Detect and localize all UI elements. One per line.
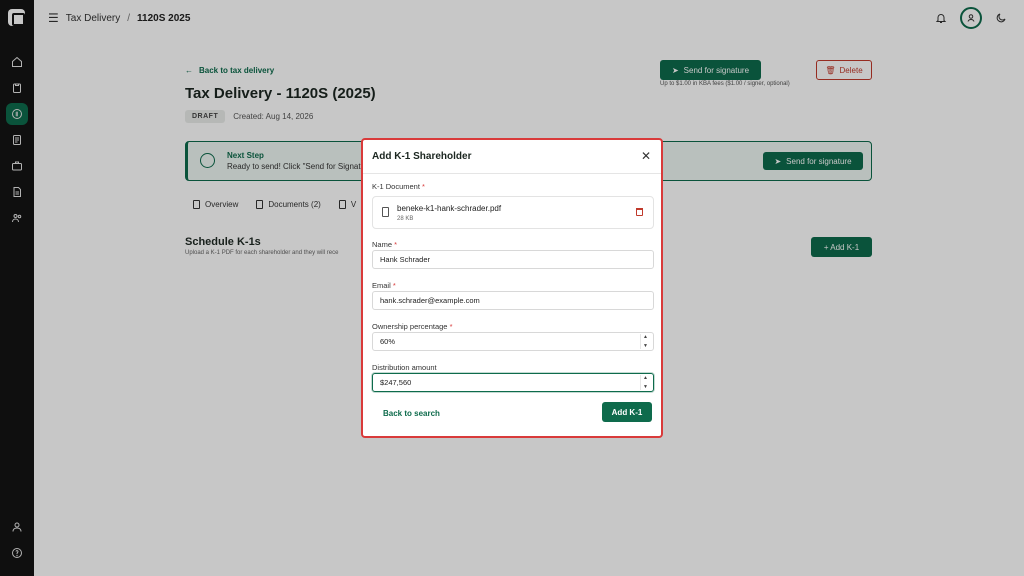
chevron-up-icon[interactable]: ▲ xyxy=(643,334,648,340)
required-mark: * xyxy=(392,281,396,290)
file-size: 28 KB xyxy=(397,216,414,222)
name-field[interactable]: Hank Schrader xyxy=(372,250,654,269)
close-icon[interactable]: ✕ xyxy=(641,149,651,163)
ownership-label-text: Ownership percentage xyxy=(372,322,448,331)
ownership-label: Ownership percentage * xyxy=(372,322,452,331)
chevron-up-icon[interactable]: ▲ xyxy=(643,375,648,381)
ownership-stepper[interactable]: ▲ ▼ xyxy=(640,334,650,349)
k1-document-label: K-1 Document * xyxy=(372,182,425,191)
back-to-search-button[interactable]: Back to search xyxy=(383,409,440,418)
k1-document-label-text: K-1 Document xyxy=(372,182,420,191)
modal-title: Add K-1 Shareholder xyxy=(372,151,472,162)
uploaded-file: beneke-k1-hank-schrader.pdf 28 KB xyxy=(372,196,654,229)
distribution-value: $247,560 xyxy=(380,378,412,387)
email-label-text: Email xyxy=(372,281,391,290)
file-name: beneke-k1-hank-schrader.pdf xyxy=(397,204,502,213)
chevron-down-icon[interactable]: ▼ xyxy=(643,384,648,390)
chevron-down-icon[interactable]: ▼ xyxy=(643,343,648,349)
required-mark: * xyxy=(394,240,398,249)
distribution-stepper[interactable]: ▲ ▼ xyxy=(640,375,650,390)
distribution-label: Distribution amount xyxy=(372,363,437,372)
trash-icon[interactable] xyxy=(636,208,643,216)
ownership-value: 60% xyxy=(380,337,396,346)
add-k1-submit-button[interactable]: Add K-1 xyxy=(602,402,652,422)
add-k1-shareholder-modal: Add K-1 Shareholder ✕ K-1 Document * ben… xyxy=(361,138,663,438)
distribution-amount-field[interactable]: $247,560 ▲ ▼ xyxy=(372,373,654,392)
name-label-text: Name xyxy=(372,240,393,249)
required-mark: * xyxy=(422,182,425,191)
email-label: Email * xyxy=(372,281,396,290)
file-icon xyxy=(382,207,389,217)
required-mark: * xyxy=(449,322,453,331)
email-field[interactable]: hank.schrader@example.com xyxy=(372,291,654,310)
ownership-percentage-field[interactable]: 60% ▲ ▼ xyxy=(372,332,654,351)
name-label: Name * xyxy=(372,240,397,249)
